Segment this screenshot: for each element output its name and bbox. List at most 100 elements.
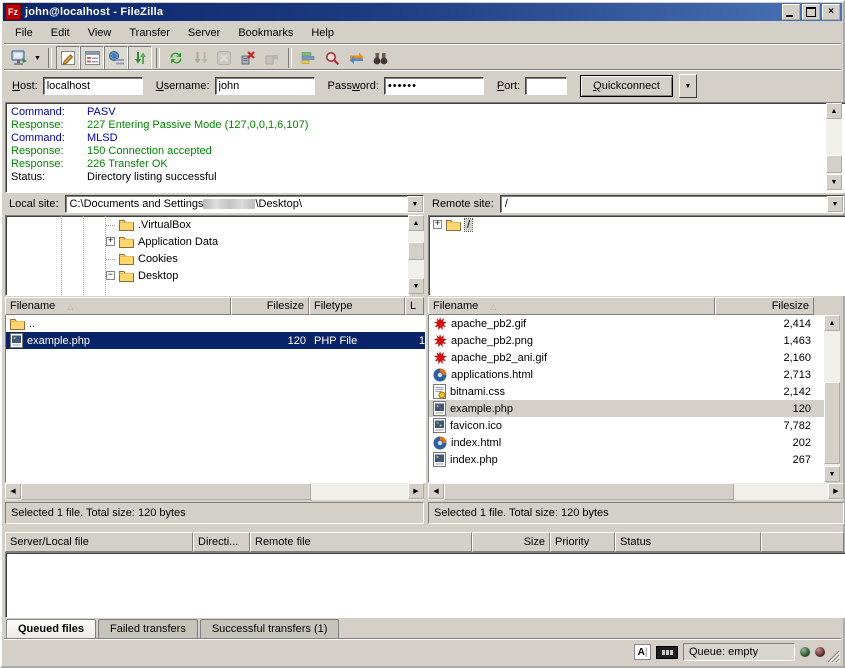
column-header-remote-file[interactable]: Remote file — [250, 532, 472, 552]
compare-directories-button[interactable] — [320, 46, 344, 70]
resize-grip[interactable] — [826, 649, 840, 663]
reconnect-button[interactable] — [260, 46, 284, 70]
scroll-right-icon[interactable]: ▶ — [828, 483, 844, 499]
cancel-operation-button[interactable] — [212, 46, 236, 70]
tab-queued-files[interactable]: Queued files — [6, 619, 96, 639]
tree-expander-icon[interactable]: + — [106, 237, 115, 246]
local-directory-tree: .VirtualBox+Application DataCookies − Desk… — [5, 215, 410, 296]
close-button[interactable]: × — [822, 4, 840, 20]
column-header-size[interactable]: Size — [472, 532, 550, 552]
local-horizontal-scrollbar[interactable]: ◀ ▶ — [5, 483, 424, 500]
remote-hscroll-thumb[interactable] — [444, 483, 734, 500]
file-row[interactable]: .. — [6, 315, 425, 332]
file-row[interactable]: apache_pb2.gif2,414 — [429, 315, 825, 332]
file-name-cell: example.php — [429, 401, 716, 416]
tree-item[interactable]: +/ — [429, 216, 845, 233]
toggle-message-log-button[interactable] — [56, 46, 80, 70]
toggle-local-tree-button[interactable] — [80, 46, 104, 70]
file-row[interactable]: bitnami.css2,142 — [429, 383, 825, 400]
log-line-text: 226 Transfer OK — [87, 158, 168, 171]
scroll-up-icon[interactable]: ▲ — [408, 215, 424, 231]
file-row[interactable]: index.html202 — [429, 434, 825, 451]
queue-tabs: Queued filesFailed transfersSuccessful t… — [6, 618, 841, 639]
column-header-server-local-file[interactable]: Server/Local file — [5, 532, 193, 552]
file-row[interactable]: example.php120 — [429, 400, 825, 417]
tree-item[interactable]: +Application Data — [6, 233, 409, 250]
column-header-filename[interactable]: Filename△ — [5, 297, 231, 315]
menu-file[interactable]: File — [6, 24, 42, 42]
local-site-combobox[interactable]: C:\Documents and Settings\Desktop\ ▼ — [65, 195, 424, 213]
password-input[interactable] — [384, 77, 484, 95]
file-type-cell: PHP File — [310, 335, 406, 347]
tree-item[interactable]: Cookies — [6, 250, 409, 267]
refresh-button[interactable] — [164, 46, 188, 70]
column-header-filename[interactable]: Filename△ — [428, 297, 715, 315]
column-header-spacer[interactable] — [761, 532, 844, 552]
chevron-down-icon[interactable]: ▼ — [827, 196, 843, 212]
menu-server[interactable]: Server — [179, 24, 229, 42]
minimize-button[interactable] — [782, 4, 800, 20]
log-scrollbar[interactable]: ▲ ▼ — [826, 103, 842, 190]
site-manager-button[interactable] — [7, 46, 31, 70]
process-queue-button[interactable] — [188, 46, 212, 70]
scroll-down-icon[interactable]: ▼ — [826, 174, 842, 190]
menu-edit[interactable]: Edit — [42, 24, 79, 42]
remote-horizontal-scrollbar[interactable]: ◀ ▶ — [428, 483, 844, 500]
file-row[interactable]: index.php267 — [429, 451, 825, 468]
file-row[interactable]: apache_pb2_ani.gif2,160 — [429, 349, 825, 366]
tree-item[interactable]: .VirtualBox — [6, 216, 409, 233]
scroll-down-icon[interactable]: ▼ — [408, 278, 424, 294]
title-bar[interactable]: Fz john@localhost - FileZilla × — [3, 3, 842, 21]
toggle-queue-button[interactable] — [128, 46, 152, 70]
local-tree-scrollbar-thumb[interactable] — [408, 242, 424, 260]
menu-bookmarks[interactable]: Bookmarks — [229, 24, 302, 42]
column-header-filetype[interactable]: Filetype — [309, 297, 405, 315]
port-input[interactable] — [525, 77, 567, 95]
scroll-up-icon[interactable]: ▲ — [826, 103, 842, 119]
disconnect-button[interactable] — [236, 46, 260, 70]
quickconnect-dropdown-button[interactable]: ▼ — [679, 74, 697, 98]
site-manager-button-dropdown[interactable]: ▼ — [31, 47, 44, 69]
host-input[interactable] — [43, 77, 143, 95]
synchronized-browsing-button[interactable] — [344, 46, 368, 70]
scroll-left-icon[interactable]: ◀ — [428, 483, 444, 499]
local-tree-scrollbar[interactable]: ▲ ▼ — [408, 215, 424, 294]
file-row[interactable]: applications.html2,713 — [429, 366, 825, 383]
folder-icon — [119, 252, 134, 265]
quickconnect-button[interactable]: Quickconnect — [580, 75, 673, 97]
tree-item-label: Desktop — [138, 270, 178, 282]
scroll-right-icon[interactable]: ▶ — [408, 483, 424, 499]
remote-list-scrollbar[interactable]: ▲ ▼ — [824, 315, 840, 482]
find-files-button[interactable] — [368, 46, 392, 70]
column-header-l[interactable]: L — [405, 297, 424, 315]
maximize-button[interactable] — [802, 4, 820, 20]
file-row[interactable]: apache_pb2.png1,463 — [429, 332, 825, 349]
column-header-filesize[interactable]: Filesize — [231, 297, 309, 315]
local-hscroll-thumb[interactable] — [21, 483, 311, 500]
tree-item[interactable]: − Desktop — [6, 267, 409, 284]
file-row[interactable]: example.php120PHP File1 — [6, 332, 425, 349]
column-header-status[interactable]: Status — [615, 532, 761, 552]
tab-failed-transfers[interactable]: Failed transfers — [98, 619, 198, 639]
tree-expander-icon[interactable]: + — [433, 220, 442, 229]
filter-button[interactable] — [296, 46, 320, 70]
toggle-remote-tree-button[interactable] — [104, 46, 128, 70]
scroll-left-icon[interactable]: ◀ — [5, 483, 21, 499]
scroll-up-icon[interactable]: ▲ — [824, 315, 840, 331]
tab-successful-transfers-[interactable]: Successful transfers (1) — [200, 619, 340, 639]
column-header-filesize[interactable]: Filesize — [715, 297, 814, 315]
menu-transfer[interactable]: Transfer — [120, 24, 179, 42]
scroll-down-icon[interactable]: ▼ — [824, 466, 840, 482]
file-row[interactable]: favicon.ico7,782 — [429, 417, 825, 434]
menu-help[interactable]: Help — [302, 24, 343, 42]
process-queue-icon — [192, 50, 208, 66]
tree-expander-icon[interactable]: − — [106, 271, 115, 280]
remote-list-scrollbar-thumb[interactable] — [824, 382, 840, 464]
menu-view[interactable]: View — [79, 24, 121, 42]
column-header-priority[interactable]: Priority — [550, 532, 615, 552]
remote-site-combobox[interactable]: / ▼ — [500, 195, 844, 213]
column-header-directi-[interactable]: Directi... — [193, 532, 250, 552]
chevron-down-icon[interactable]: ▼ — [407, 196, 423, 212]
username-input[interactable] — [215, 77, 315, 95]
log-scrollbar-thumb[interactable] — [826, 155, 842, 173]
